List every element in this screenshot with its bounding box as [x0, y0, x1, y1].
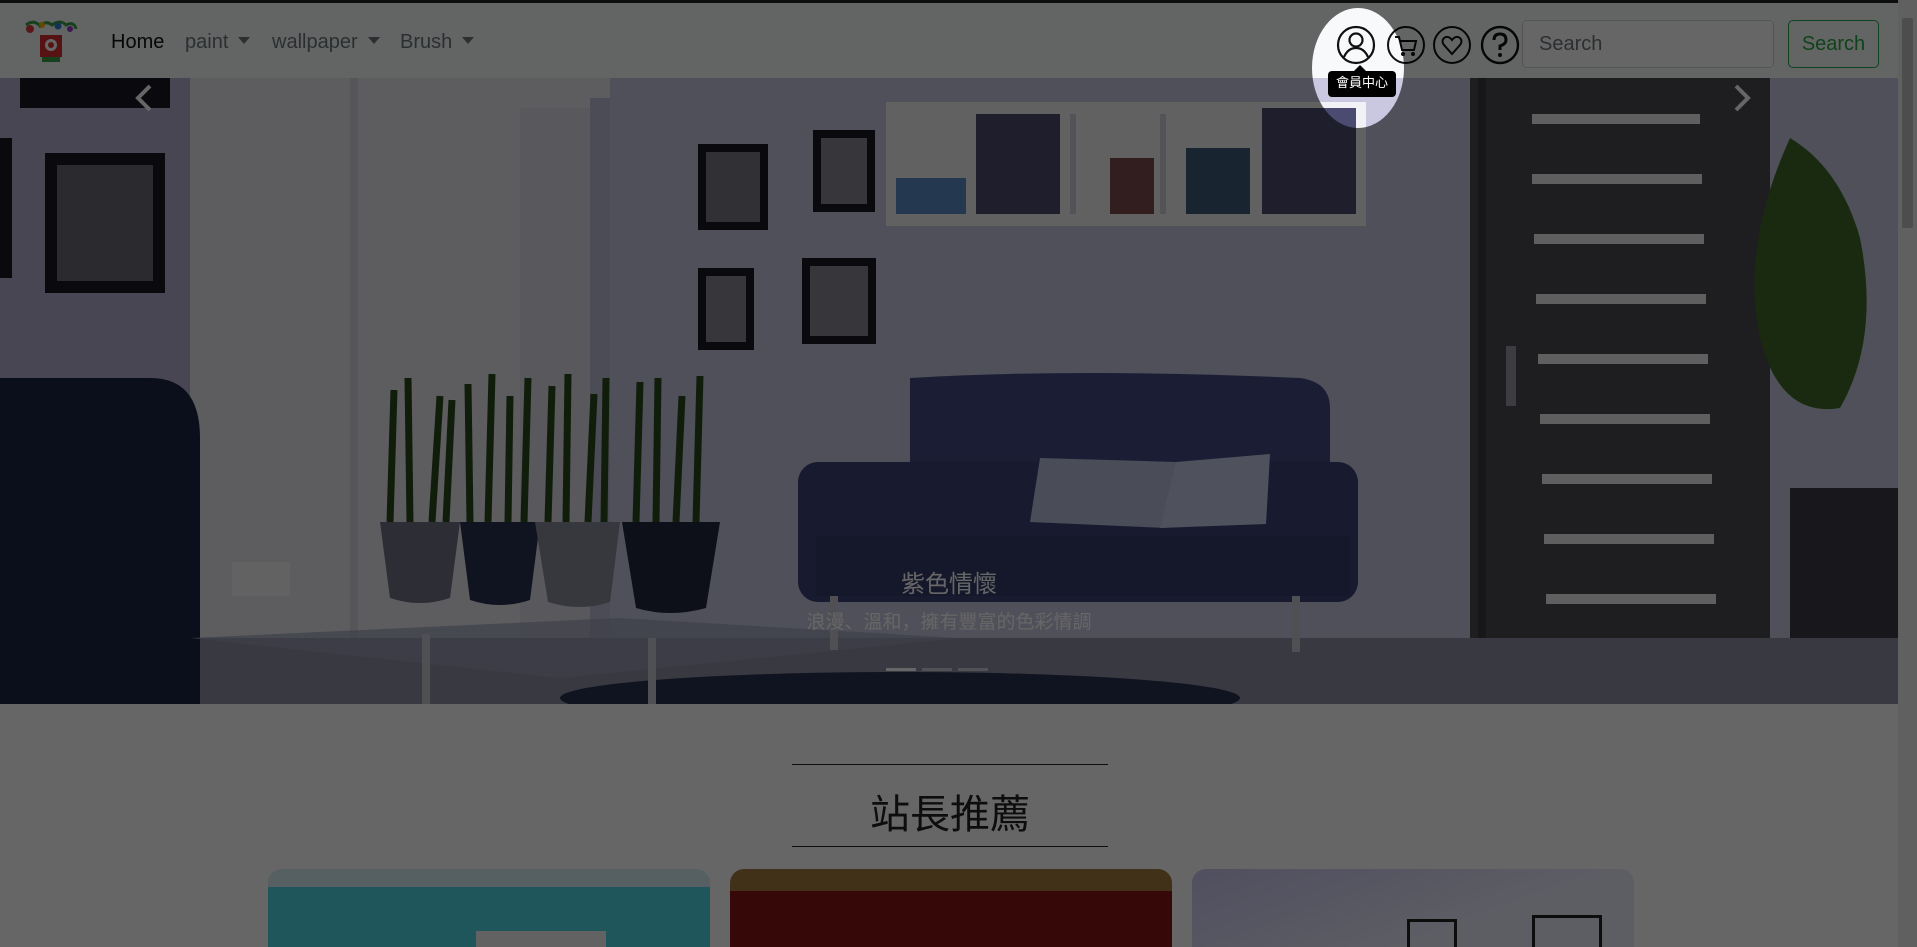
recommend-section-title: 站長推薦 — [870, 792, 1030, 838]
carousel-indicator[interactable] — [922, 668, 952, 671]
nav-wallpaper-dropdown[interactable]: wallpaper — [272, 31, 380, 54]
member-center-tooltip: 會員中心 — [1328, 65, 1397, 97]
search-input[interactable] — [1522, 20, 1774, 68]
product-card-image — [476, 931, 606, 947]
carousel-prev-icon[interactable] — [130, 78, 160, 118]
product-card[interactable] — [268, 869, 710, 947]
nav-home-label: Home — [111, 31, 165, 53]
carousel-next-icon[interactable] — [1726, 78, 1756, 118]
product-card[interactable] — [730, 869, 1172, 947]
cart-icon[interactable] — [1386, 25, 1426, 65]
caret-down-icon — [462, 37, 475, 45]
hero-carousel: 紫色情懷 浪漫、溫和，擁有豐富的色彩情調 — [0, 78, 1898, 704]
heart-icon[interactable] — [1432, 25, 1472, 65]
page: Home paint wallpaper Brush Search Search… — [0, 0, 1917, 947]
section-divider — [792, 764, 1108, 765]
nav-brush-dropdown[interactable]: Brush — [400, 31, 475, 54]
section-divider — [792, 846, 1108, 847]
nav-wallpaper-label: wallpaper — [272, 31, 358, 53]
caret-down-icon — [367, 37, 380, 45]
help-icon[interactable] — [1480, 25, 1520, 65]
scrollbar[interactable] — [1898, 0, 1917, 947]
carousel-indicators — [886, 668, 988, 671]
product-card-image — [1532, 915, 1602, 947]
search-button[interactable]: Search — [1788, 20, 1879, 68]
nav-paint-label: paint — [185, 31, 229, 53]
navbar: Home paint wallpaper Brush Search Search — [0, 0, 1898, 78]
carousel-indicator[interactable] — [958, 668, 988, 671]
user-icon[interactable] — [1336, 25, 1376, 65]
nav-home[interactable]: Home — [111, 31, 164, 54]
nav-paint-dropdown[interactable]: paint — [185, 31, 251, 54]
product-card[interactable] — [1192, 869, 1634, 947]
caret-down-icon — [238, 37, 251, 45]
nav-brush-label: Brush — [400, 31, 453, 53]
site-logo[interactable] — [20, 17, 80, 65]
product-card-image — [1407, 919, 1457, 947]
carousel-caption-text: 浪漫、溫和，擁有豐富的色彩情調 — [806, 612, 1092, 633]
scrollbar-thumb[interactable] — [1902, 18, 1913, 228]
carousel-indicator[interactable] — [886, 668, 916, 671]
carousel-caption-title: 紫色情懷 — [901, 571, 997, 598]
